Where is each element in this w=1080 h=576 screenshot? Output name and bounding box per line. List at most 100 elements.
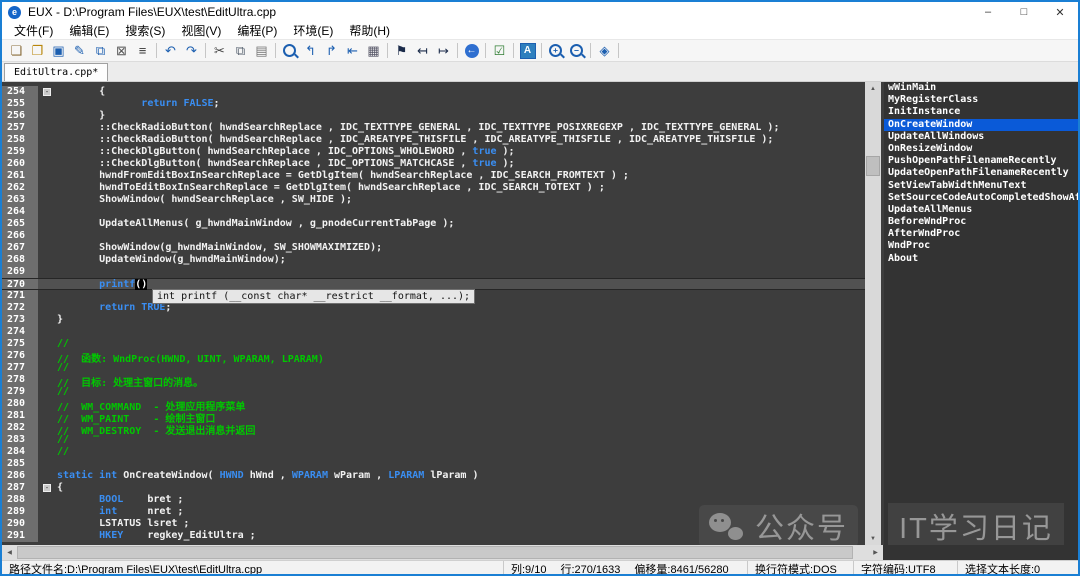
fold-margin[interactable] [38,122,57,134]
code-row-256[interactable]: 256 } [2,110,865,122]
code-row-281[interactable]: 281// WM_PAINT - 绘制主窗口 [2,410,865,422]
line-number[interactable]: 282 [2,422,38,434]
function-list-item-AfterWndProc[interactable]: AfterWndProc [884,228,1078,240]
fold-margin[interactable] [38,290,57,302]
function-list-item-OnResizeWindow[interactable]: OnResizeWindow [884,143,1078,155]
fold-margin[interactable] [38,398,57,410]
line-number[interactable]: 288 [2,494,38,506]
code-row-260[interactable]: 260 ::CheckDlgButton( hwndSearchReplace … [2,158,865,170]
fold-margin[interactable] [38,494,57,506]
line-number[interactable]: 254 [2,86,38,98]
fold-marker-icon[interactable]: - [43,484,51,492]
code-row-255[interactable]: 255 return FALSE; [2,98,865,110]
line-number[interactable]: 289 [2,506,38,518]
fold-margin[interactable] [38,206,57,218]
replace-icon[interactable]: ▦ [363,42,384,60]
about-icon[interactable]: ◈ [594,42,615,60]
line-number[interactable]: 274 [2,326,38,338]
scroll-right-arrow-icon[interactable]: ▶ [868,545,883,560]
line-number[interactable]: 266 [2,230,38,242]
fold-margin[interactable] [38,230,57,242]
menu-item-5[interactable]: 环境(E) [285,22,341,39]
line-number[interactable]: 275 [2,338,38,350]
function-list-item-UpdateAllWindows[interactable]: UpdateAllWindows [884,131,1078,143]
code-row-273[interactable]: 273} [2,314,865,326]
line-number[interactable]: 272 [2,302,38,314]
menu-item-2[interactable]: 搜索(S) [117,22,173,39]
code-editor[interactable]: 254- {255 return FALSE;256 }257 ::CheckR… [2,82,865,545]
close-button[interactable]: ✕ [1042,2,1078,22]
function-list-item-SetSourceCodeAutoCompletedShowAf[interactable]: SetSourceCodeAutoCompletedShowAf [884,192,1078,204]
fold-margin[interactable] [38,434,57,446]
line-number[interactable]: 285 [2,458,38,470]
find-next-icon[interactable]: ↱ [321,42,342,60]
zoom-in-icon[interactable]: + [545,42,566,60]
line-number[interactable]: 280 [2,398,38,410]
line-number[interactable]: 271 [2,290,38,302]
vertical-scroll-thumb[interactable] [866,156,880,176]
line-number[interactable]: 278 [2,374,38,386]
goto-line-icon[interactable]: ⇤ [342,42,363,60]
function-list-item-PushOpenPathFilenameRecently[interactable]: PushOpenPathFilenameRecently [884,155,1078,167]
code-row-275[interactable]: 275// [2,338,865,350]
function-list-item-WndProc[interactable]: WndProc [884,240,1078,252]
function-list-item-About[interactable]: About [884,253,1078,265]
horizontal-scroll-thumb[interactable] [17,546,853,559]
line-number[interactable]: 255 [2,98,38,110]
fold-margin[interactable] [38,218,57,230]
fold-margin[interactable] [38,254,57,266]
function-list-item-UpdateOpenPathFilenameRecently[interactable]: UpdateOpenPathFilenameRecently [884,167,1078,179]
undo-icon[interactable]: ↶ [160,42,181,60]
function-list-item-BeforeWndProc[interactable]: BeforeWndProc [884,216,1078,228]
line-number[interactable]: 284 [2,446,38,458]
menu-item-4[interactable]: 编程(P) [229,22,285,39]
fold-margin[interactable] [38,446,57,458]
line-number[interactable]: 263 [2,194,38,206]
code-row-264[interactable]: 264 [2,206,865,218]
line-number[interactable]: 267 [2,242,38,254]
fold-margin[interactable] [38,458,57,470]
line-number[interactable]: 277 [2,362,38,374]
file-list-icon[interactable]: ≡ [132,42,153,60]
code-row-277[interactable]: 277// [2,362,865,374]
code-row-261[interactable]: 261 hwndFromEditBoxInSearchReplace = Get… [2,170,865,182]
code-row-283[interactable]: 283// [2,434,865,446]
function-list-item-SetViewTabWidthMenuText[interactable]: SetViewTabWidthMenuText [884,180,1078,192]
fold-margin[interactable] [38,302,57,314]
line-number[interactable]: 261 [2,170,38,182]
menu-item-1[interactable]: 编辑(E) [61,22,117,39]
fold-margin[interactable] [38,98,57,110]
menu-item-6[interactable]: 帮助(H) [341,22,398,39]
line-number[interactable]: 290 [2,518,38,530]
fold-margin[interactable] [38,182,57,194]
minimize-button[interactable]: – [970,2,1006,22]
function-list-item-MyRegisterClass[interactable]: MyRegisterClass [884,94,1078,106]
editor-vertical-scrollbar[interactable]: ▲ ▼ [865,82,881,545]
code-row-254[interactable]: 254- { [2,86,865,98]
line-number[interactable]: 281 [2,410,38,422]
fold-margin[interactable] [38,518,57,530]
code-row-267[interactable]: 267 ShowWindow(g_hwndMainWindow, SW_SHOW… [2,242,865,254]
line-number[interactable]: 268 [2,254,38,266]
fold-margin[interactable] [38,338,57,350]
line-number[interactable]: 273 [2,314,38,326]
code-row-276[interactable]: 276// 函数: WndProc(HWND, UINT, WPARAM, LP… [2,350,865,362]
fold-marker-icon[interactable]: - [43,88,51,96]
function-list-item-wWinMain[interactable]: wWinMain [884,82,1078,94]
code-row-259[interactable]: 259 ::CheckDlgButton( hwndSearchReplace … [2,146,865,158]
next-bookmark-icon[interactable]: ↦ [433,42,454,60]
menu-item-0[interactable]: 文件(F) [6,22,61,39]
code-row-269[interactable]: 269 [2,266,865,278]
line-number[interactable]: 270 [2,279,38,289]
line-number[interactable]: 276 [2,350,38,362]
editor-horizontal-scrollbar[interactable]: ◀ ▶ [2,545,883,560]
code-row-263[interactable]: 263 ShowWindow( hwndSearchReplace , SW_H… [2,194,865,206]
line-number[interactable]: 286 [2,470,38,482]
fold-margin[interactable] [38,314,57,326]
code-row-287[interactable]: 287-{ [2,482,865,494]
line-number[interactable]: 257 [2,122,38,134]
code-row-279[interactable]: 279// [2,386,865,398]
line-number[interactable]: 283 [2,434,38,446]
fold-margin[interactable] [38,110,57,122]
line-number[interactable]: 262 [2,182,38,194]
